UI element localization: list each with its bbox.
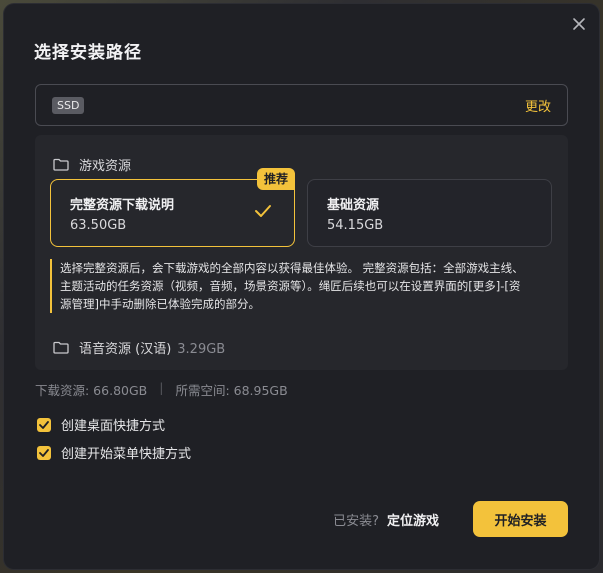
game-resources-header: 游戏资源 [53, 155, 131, 174]
dialog-title: 选择安装路径 [34, 43, 142, 63]
locate-game-button[interactable]: 定位游戏 [387, 510, 439, 529]
resource-panel: 游戏资源 推荐 完整资源下载说明 63.50GB 基础资源 54.15GB 选择… [35, 135, 568, 370]
desktop-shortcut-checkbox[interactable] [37, 417, 51, 432]
checkmark-icon [39, 420, 49, 429]
full-resource-title: 完整资源下载说明 [70, 198, 175, 213]
description-line: 主题活动的任务资源（视频，音频，场景资源等）。绳匠后续也可以在设置界面的[更多]… [60, 279, 521, 293]
checkmark-icon [255, 205, 271, 217]
dialog-footer: 已安装? 定位游戏 开始安装 [333, 501, 568, 537]
install-path-dialog: 选择安装路径 SSD 更改 游戏资源 推荐 完整资源下载说明 63.50GB 基… [4, 4, 599, 569]
base-resource-size: 54.15GB [327, 218, 384, 233]
voice-resources-row: 语音资源 (汉语) 3.29GB [53, 338, 225, 357]
ssd-badge: SSD [52, 97, 85, 114]
description-line: 选择完整资源后，会下载游戏的全部内容以获得最佳体验。 完整资源包括：全部游戏主线… [60, 261, 524, 275]
voice-resources-size: 3.29GB [177, 342, 226, 357]
recommend-badge: 推荐 [256, 168, 295, 190]
required-space-text: 所需空间: 68.95GB [175, 383, 288, 398]
download-size-text: 下载资源: 66.80GB [35, 383, 148, 398]
full-resource-size: 63.50GB [70, 218, 127, 233]
game-resources-label: 游戏资源 [79, 159, 132, 174]
close-icon[interactable] [571, 16, 587, 32]
close-button[interactable] [571, 16, 587, 32]
summary-separator: | [159, 380, 164, 395]
full-resource-description: 选择完整资源后，会下载游戏的全部内容以获得最佳体验。 完整资源包括：全部游戏主线… [50, 259, 555, 313]
change-path-button[interactable]: 更改 [525, 96, 551, 115]
space-summary: 下载资源: 66.80GB | 所需空间: 68.95GB [35, 380, 288, 399]
checkmark-icon [39, 448, 49, 457]
installed-label: 已安装? [333, 513, 379, 529]
description-line: 源管理]中手动删除已体验完成的部分。 [60, 297, 260, 311]
folder-icon [53, 341, 69, 354]
start-menu-shortcut-checkbox[interactable] [37, 445, 51, 460]
folder-icon [53, 158, 69, 171]
install-path-field[interactable]: SSD 更改 [35, 84, 568, 126]
base-resource-title: 基础资源 [327, 198, 380, 213]
voice-resources-label: 语音资源 (汉语) [79, 342, 172, 357]
start-menu-shortcut-option[interactable]: 创建开始菜单快捷方式 [37, 443, 191, 462]
start-install-button[interactable]: 开始安装 [473, 501, 568, 537]
desktop-shortcut-label: 创建桌面快捷方式 [61, 419, 166, 434]
desktop-shortcut-option[interactable]: 创建桌面快捷方式 [37, 415, 165, 434]
base-resource-card[interactable]: 基础资源 54.15GB [307, 179, 552, 247]
full-resource-card[interactable]: 推荐 完整资源下载说明 63.50GB [50, 168, 295, 247]
start-menu-shortcut-label: 创建开始菜单快捷方式 [61, 447, 192, 462]
